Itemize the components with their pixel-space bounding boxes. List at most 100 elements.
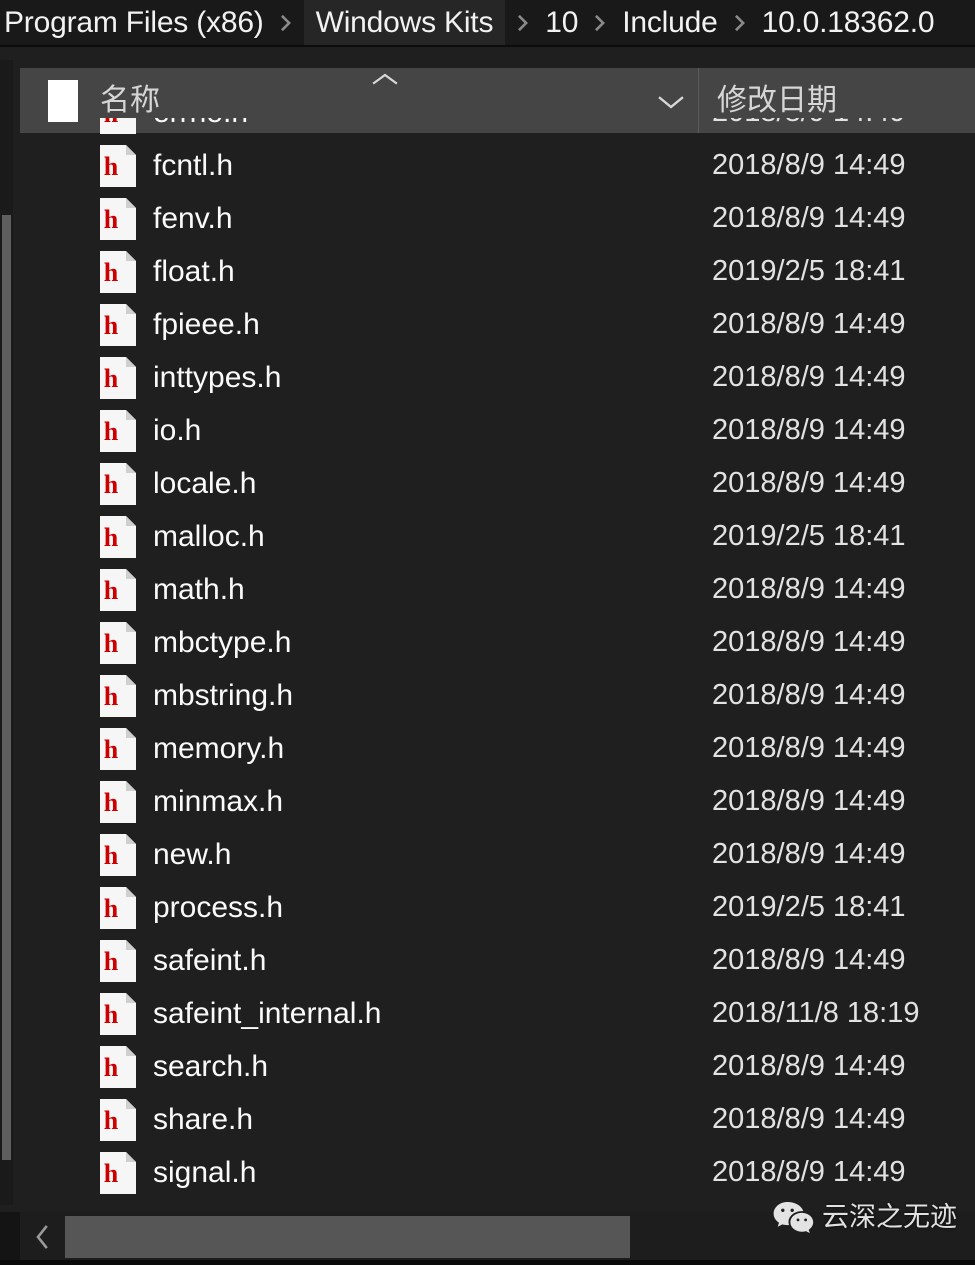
file-row[interactable]: h safeint_internal.h 2018/11/8 18:19 [20,987,975,1040]
h-header-file-icon: h [99,1151,137,1195]
file-date-modified: 2018/8/9 14:49 [712,1156,906,1188]
breadcrumb-underline [0,45,975,47]
file-name: io.h [153,413,202,447]
file-row[interactable]: h minmax.h 2018/8/9 14:49 [20,775,975,828]
horizontal-scrollbar-track[interactable] [65,1212,975,1262]
horizontal-scrollbar-thumb[interactable] [65,1216,630,1258]
h-header-file-icon: h [99,462,137,506]
file-explorer-window: Program Files (x86) Windows Kits 10 Include… [0,0,975,1265]
horizontal-scrollbar[interactable] [20,1212,975,1262]
file-date-modified: 2018/8/9 14:49 [712,944,906,976]
file-name: inttypes.h [153,360,282,394]
breadcrumb-segment[interactable]: Include [618,0,721,45]
file-date-modified: 2018/8/9 14:49 [712,414,906,446]
file-date-modified: 2018/8/9 14:49 [712,361,906,393]
h-header-file-icon: h [99,1045,137,1089]
file-row[interactable]: h fenv.h 2018/8/9 14:49 [20,192,975,245]
file-row[interactable]: h mbctype.h 2018/8/9 14:49 [20,616,975,669]
svg-text:h: h [104,629,119,658]
select-all-checkbox[interactable] [48,79,78,122]
file-date-modified: 2018/8/9 14:49 [712,308,906,340]
file-date-modified: 2018/8/9 14:49 [712,1103,906,1135]
file-date-modified: 2018/11/8 18:19 [712,997,920,1029]
file-row[interactable]: h safeint.h 2018/8/9 14:49 [20,934,975,987]
chevron-right-icon[interactable] [582,0,618,45]
file-date-modified: 2018/8/9 14:49 [712,732,906,764]
file-date-modified: 2018/8/9 14:49 [712,118,906,127]
svg-text:h: h [104,364,119,393]
file-row[interactable]: h search.h 2018/8/9 14:49 [20,1040,975,1093]
column-header-date-label: 修改日期 [717,83,837,117]
breadcrumb: Program Files (x86) Windows Kits 10 Include… [0,0,975,45]
svg-text:h: h [104,258,119,287]
file-name: new.h [153,837,232,871]
file-row[interactable]: h signal.h 2018/8/9 14:49 [20,1146,975,1199]
h-header-file-icon: h [99,621,137,665]
h-header-file-icon: h [99,727,137,771]
file-name: minmax.h [153,784,284,818]
file-name: process.h [153,890,284,924]
file-name: math.h [153,572,245,606]
file-row[interactable]: h share.h 2018/8/9 14:49 [20,1093,975,1146]
chevron-down-icon[interactable] [658,94,684,110]
file-name: malloc.h [153,519,265,553]
h-header-file-icon: h [99,992,137,1036]
file-row[interactable]: h memory.h 2018/8/9 14:49 [20,722,975,775]
file-row[interactable]: h float.h 2019/2/5 18:41 [20,245,975,298]
file-date-modified: 2018/8/9 14:49 [712,149,906,181]
h-header-file-icon: h [99,197,137,241]
file-row[interactable]: h io.h 2018/8/9 14:49 [20,404,975,457]
svg-text:h: h [104,894,119,923]
file-row[interactable]: h malloc.h 2019/2/5 18:41 [20,510,975,563]
file-date-modified: 2018/8/9 14:49 [712,785,906,817]
h-header-file-icon: h [99,250,137,294]
breadcrumb-segment[interactable]: 10.0.18362.0 [758,0,939,45]
file-name: signal.h [153,1155,257,1189]
file-name: safeint.h [153,943,267,977]
svg-text:h: h [104,947,119,976]
h-header-file-icon: h [99,409,137,453]
breadcrumb-segment[interactable]: Program Files (x86) [0,0,268,45]
file-row[interactable]: h new.h 2018/8/9 14:49 [20,828,975,881]
file-name: errno.h [153,118,248,128]
file-row[interactable]: h fcntl.h 2018/8/9 14:49 [20,139,975,192]
file-row[interactable]: h fpieee.h 2018/8/9 14:49 [20,298,975,351]
file-date-modified: 2018/8/9 14:49 [712,467,906,499]
svg-text:h: h [104,682,119,711]
file-row[interactable]: h errno.h 2018/8/9 14:49 [20,118,975,139]
chevron-left-icon[interactable] [20,1212,65,1262]
file-name: memory.h [153,731,285,765]
file-row[interactable]: h process.h 2019/2/5 18:41 [20,881,975,934]
h-header-file-icon: h [99,303,137,347]
chevron-right-icon[interactable] [722,0,758,45]
vertical-scrollbar[interactable] [0,60,13,1205]
chevron-right-icon[interactable] [505,0,541,45]
file-date-modified: 2019/2/5 18:41 [712,891,906,923]
h-header-file-icon: h [99,674,137,718]
breadcrumb-segment[interactable]: 10 [541,0,582,45]
file-date-modified: 2018/8/9 14:49 [712,679,906,711]
h-header-file-icon: h [99,356,137,400]
h-header-file-icon: h [99,939,137,983]
svg-text:h: h [104,311,119,340]
svg-text:h: h [104,1159,119,1188]
file-date-modified: 2018/8/9 14:49 [712,202,906,234]
file-name: mbctype.h [153,625,292,659]
file-list[interactable]: h errno.h 2018/8/9 14:49 h fcntl.h 2018/8/9 1… [20,118,975,1207]
file-date-modified: 2019/2/5 18:41 [712,255,906,287]
column-header-name-label: 名称 [100,83,160,117]
chevron-right-icon[interactable] [268,0,304,45]
file-name: share.h [153,1102,254,1136]
file-row[interactable]: h mbstring.h 2018/8/9 14:49 [20,669,975,722]
file-row[interactable]: h math.h 2018/8/9 14:49 [20,563,975,616]
file-row[interactable]: h inttypes.h 2018/8/9 14:49 [20,351,975,404]
h-header-file-icon: h [99,568,137,612]
svg-text:h: h [104,417,119,446]
h-header-file-icon: h [99,886,137,930]
file-date-modified: 2019/2/5 18:41 [712,520,906,552]
h-header-file-icon: h [99,118,137,135]
file-row[interactable]: h locale.h 2018/8/9 14:49 [20,457,975,510]
svg-text:h: h [104,523,119,552]
breadcrumb-segment[interactable]: Windows Kits [303,0,506,45]
vertical-scrollbar-thumb[interactable] [2,215,11,1160]
